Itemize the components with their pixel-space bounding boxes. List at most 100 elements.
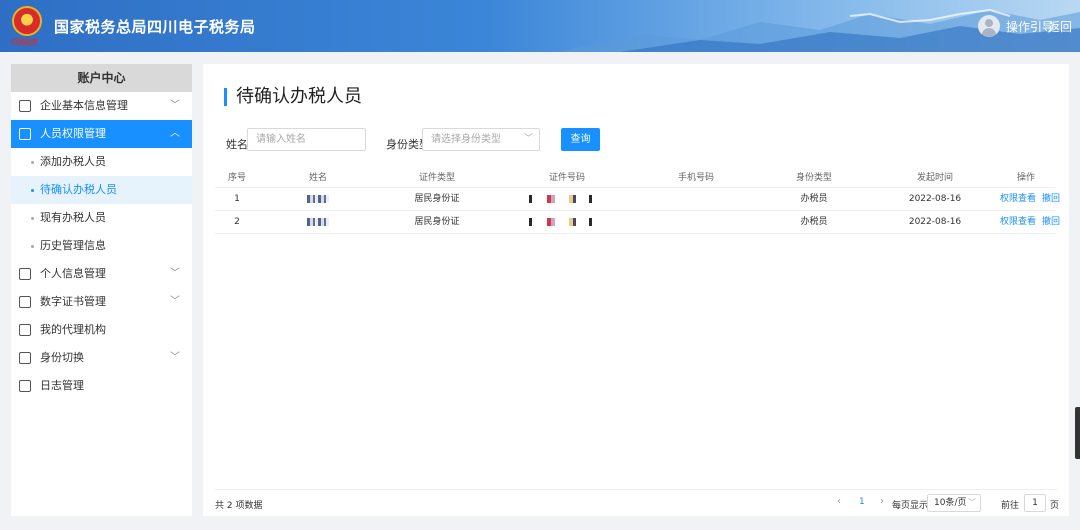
main-panel: 待确认办税人员 姓名 请输入姓名 身份类型 请选择身份类型 ﹀ 查询 序号 姓名… bbox=[203, 64, 1069, 516]
column-header: 操作 bbox=[1016, 173, 1035, 183]
id-number-cell-redacted bbox=[497, 211, 637, 233]
actions-cell: 权限查看 撤回 bbox=[997, 188, 1060, 210]
sidebar-item-personal-info[interactable]: 个人信息管理 ﹀ bbox=[11, 260, 192, 288]
name-cell-redacted bbox=[259, 211, 377, 233]
page-title: 待确认办税人员 bbox=[224, 88, 362, 106]
sidebar-subitem-add-staff[interactable]: 添加办税人员 bbox=[11, 148, 192, 176]
column-header: 手机号码 bbox=[677, 173, 714, 183]
sidebar-subitem-pending-staff[interactable]: 待确认办税人员 bbox=[11, 176, 192, 204]
time-cell: 2022-08-16 bbox=[908, 217, 962, 227]
row-number: 1 bbox=[234, 194, 240, 204]
name-label: 姓名 bbox=[226, 138, 248, 151]
sidebar-item-label: 日志管理 bbox=[40, 379, 84, 392]
top-header: 中国税务 国家税务总局四川电子税务局 操作引导 返回 bbox=[0, 0, 1080, 52]
site-title: 国家税务总局四川电子税务局 bbox=[54, 18, 256, 36]
chevron-down-icon: ﹀ bbox=[968, 498, 976, 507]
sidebar-subitem-label: 历史管理信息 bbox=[40, 239, 106, 252]
query-button[interactable]: 查询 bbox=[561, 128, 600, 151]
table-header: 序号 姓名 证件类型 证件号码 手机号码 身份类型 发起时间 操作 bbox=[215, 168, 1055, 188]
name-cell-redacted bbox=[259, 188, 377, 210]
column-header: 证件类型 bbox=[418, 173, 455, 183]
phone-cell bbox=[637, 188, 755, 210]
chevron-up-icon: ︿ bbox=[170, 128, 180, 139]
national-emblem-icon bbox=[12, 6, 42, 36]
sidebar-item-label: 人员权限管理 bbox=[40, 127, 106, 140]
footer-divider bbox=[215, 489, 1057, 490]
sidebar-item-logs[interactable]: 日志管理 bbox=[11, 372, 192, 400]
chevron-down-icon: ﹀ bbox=[170, 296, 180, 307]
withdraw-link[interactable]: 撤回 bbox=[1042, 217, 1060, 227]
chevron-down-icon: ﹀ bbox=[523, 134, 533, 144]
log-icon bbox=[19, 380, 31, 392]
sidebar-item-certificate[interactable]: 数字证书管理 ﹀ bbox=[11, 288, 192, 316]
name-input[interactable]: 请输入姓名 bbox=[247, 128, 366, 151]
sidebar-item-enterprise-info[interactable]: 企业基本信息管理 ﹀ bbox=[11, 92, 192, 120]
column-header: 证件号码 bbox=[548, 173, 585, 183]
role-cell: 办税员 bbox=[800, 194, 828, 204]
sidebar-subitem-current-staff[interactable]: 现有办税人员 bbox=[11, 204, 192, 232]
sidebar: 账户中心 企业基本信息管理 ﹀ 人员权限管理 ︿ 添加办税人员 待确认办税人员 … bbox=[11, 64, 192, 516]
sidebar-subitem-history[interactable]: 历史管理信息 bbox=[11, 232, 192, 260]
sidebar-item-label: 数字证书管理 bbox=[40, 295, 106, 308]
agency-icon bbox=[19, 324, 31, 336]
sidebar-item-label: 企业基本信息管理 bbox=[40, 99, 128, 112]
sidebar-item-identity-switch[interactable]: 身份切换 ﹀ bbox=[11, 344, 192, 372]
per-page-value: 10条/页 bbox=[934, 498, 967, 508]
time-cell: 2022-08-16 bbox=[908, 194, 962, 204]
emblem-caption: 中国税务 bbox=[10, 38, 39, 47]
sidebar-item-label: 我的代理机构 bbox=[40, 323, 106, 336]
identity-type-placeholder: 请选择身份类型 bbox=[431, 134, 501, 145]
bullet-dot bbox=[31, 189, 34, 192]
page-number[interactable]: 1 bbox=[859, 497, 865, 507]
switch-icon bbox=[19, 352, 31, 364]
certificate-icon bbox=[19, 296, 31, 308]
phone-cell bbox=[637, 211, 755, 233]
table-row: 2 居民身份证 办税员 2022-08-16 权限查看 撤回 bbox=[215, 211, 1060, 234]
column-header: 发起时间 bbox=[916, 173, 953, 183]
bullet-dot bbox=[31, 161, 34, 164]
id-type-cell: 居民身份证 bbox=[414, 217, 460, 227]
bullet-dot bbox=[31, 245, 34, 248]
next-page-button[interactable]: › bbox=[880, 496, 884, 507]
goto-label: 前往 bbox=[1001, 501, 1020, 511]
user-lock-icon bbox=[19, 128, 31, 140]
sidebar-title: 账户中心 bbox=[11, 64, 192, 92]
guide-link[interactable]: 操作引导 bbox=[1006, 18, 1054, 35]
building-icon bbox=[19, 100, 31, 112]
per-page-select[interactable]: 10条/页 ﹀ bbox=[927, 494, 981, 512]
view-permission-link[interactable]: 权限查看 bbox=[1000, 194, 1036, 204]
total-count: 共 2 项数据 bbox=[215, 501, 263, 511]
view-permission-link[interactable]: 权限查看 bbox=[1000, 217, 1036, 227]
user-avatar-icon[interactable] bbox=[978, 15, 1000, 37]
row-number: 2 bbox=[234, 217, 240, 227]
column-header: 身份类型 bbox=[795, 173, 832, 183]
sidebar-item-label: 身份切换 bbox=[40, 351, 84, 364]
bullet-dot bbox=[31, 217, 34, 220]
back-link[interactable]: 返回 bbox=[1048, 18, 1072, 35]
chevron-down-icon: ﹀ bbox=[170, 352, 180, 363]
pending-staff-table: 序号 姓名 证件类型 证件号码 手机号码 身份类型 发起时间 操作 1 居民身份… bbox=[215, 168, 1060, 234]
sidebar-subitem-label: 现有办税人员 bbox=[40, 211, 106, 224]
table-row: 1 居民身份证 办税员 2022-08-16 权限查看 撤回 bbox=[215, 188, 1060, 211]
goto-unit: 页 bbox=[1050, 501, 1060, 511]
role-cell: 办税员 bbox=[800, 217, 828, 227]
id-type-cell: 居民身份证 bbox=[414, 194, 460, 204]
sidebar-item-agency[interactable]: 我的代理机构 bbox=[11, 316, 192, 344]
id-number-cell-redacted bbox=[497, 188, 637, 210]
chevron-down-icon: ﹀ bbox=[170, 268, 180, 279]
prev-page-button[interactable]: ‹ bbox=[837, 496, 841, 507]
column-header: 姓名 bbox=[308, 173, 327, 183]
chevron-down-icon: ﹀ bbox=[170, 100, 180, 111]
sidebar-subitem-label: 待确认办税人员 bbox=[40, 183, 117, 196]
goto-page-input[interactable]: 1 bbox=[1024, 494, 1046, 512]
sidebar-item-permissions[interactable]: 人员权限管理 ︿ bbox=[11, 120, 192, 148]
actions-cell: 权限查看 撤回 bbox=[997, 211, 1060, 233]
withdraw-link[interactable]: 撤回 bbox=[1042, 194, 1060, 204]
identity-type-select[interactable]: 请选择身份类型 ﹀ bbox=[422, 128, 540, 151]
sidebar-item-label: 个人信息管理 bbox=[40, 267, 106, 280]
side-tab-handle[interactable] bbox=[1075, 407, 1080, 459]
column-header: 序号 bbox=[227, 173, 246, 183]
id-card-icon bbox=[19, 268, 31, 280]
per-page-label: 每页显示 bbox=[892, 501, 929, 511]
sidebar-subitem-label: 添加办税人员 bbox=[40, 155, 106, 168]
